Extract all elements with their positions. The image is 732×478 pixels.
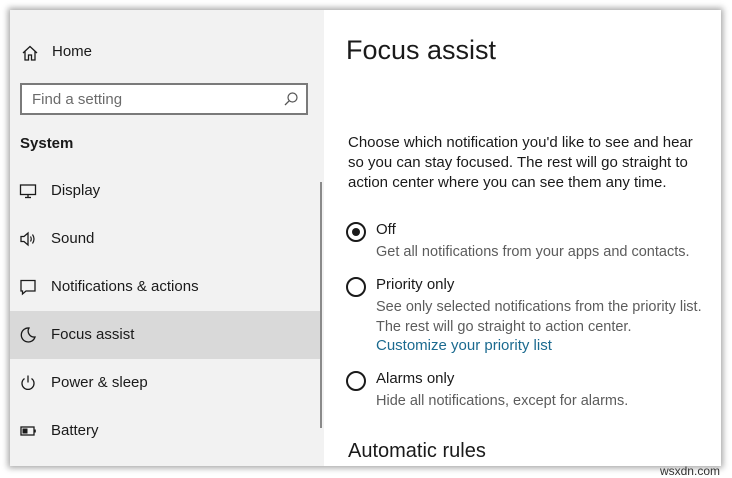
sidebar-item-sound[interactable]: Sound [10, 215, 322, 263]
page-title: Focus assist [346, 35, 497, 65]
message-icon [20, 279, 36, 296]
option-priority-only-description: See only selected notifications from the… [376, 299, 702, 335]
sidebar-item-label: Sound [51, 230, 95, 247]
sidebar-item-label: Focus assist [51, 326, 135, 343]
sidebar-item-battery[interactable]: Battery [10, 407, 322, 455]
automatic-rules-heading: Automatic rules [348, 440, 486, 462]
section-title-system: System [20, 135, 74, 152]
sidebar-scrollbar[interactable] [320, 182, 322, 428]
home-label: Home [52, 43, 93, 60]
option-alarms-only-label: Alarms only [376, 370, 455, 387]
radio-off[interactable] [346, 222, 366, 242]
option-priority-only-label: Priority only [376, 276, 455, 293]
sidebar-item-label: Battery [51, 422, 99, 439]
sidebar-item-label: Display [51, 182, 101, 199]
sidebar-item-label: Notifications & actions [51, 278, 199, 295]
sidebar-item-notifications[interactable]: Notifications & actions [10, 263, 322, 311]
option-off-label: Off [376, 221, 396, 238]
monitor-icon [19, 184, 37, 199]
power-icon [21, 375, 35, 390]
watermark-site-text: wsxdn.com [659, 464, 720, 478]
battery-icon [20, 426, 36, 436]
radio-alarms-only[interactable] [346, 371, 366, 391]
radio-priority-only[interactable] [346, 277, 366, 297]
sidebar-item-display[interactable]: Display [10, 167, 322, 215]
moon-icon [20, 327, 36, 343]
page-description: Choose which notification you'd like to … [348, 134, 693, 191]
main-panel: Focus assist Choose which notification y… [324, 10, 721, 466]
sidebar-item-focus-assist[interactable]: Focus assist [10, 311, 322, 359]
sidebar-item-power-sleep[interactable]: Power & sleep [10, 359, 322, 407]
home-icon [22, 45, 38, 61]
search-input[interactable] [22, 85, 282, 113]
search-icon[interactable] [283, 91, 299, 107]
sidebar: Home System Display Sound [10, 10, 324, 466]
settings-window: Home System Display Sound [10, 10, 721, 466]
customize-priority-list-link[interactable]: Customize your priority list [376, 337, 552, 354]
home-nav-item[interactable]: Home [10, 34, 324, 70]
speaker-icon [20, 231, 35, 247]
option-off-description: Get all notifications from your apps and… [376, 244, 690, 260]
sidebar-item-label: Power & sleep [51, 374, 148, 391]
option-alarms-only-description: Hide all notifications, except for alarm… [376, 393, 629, 409]
search-box[interactable] [20, 83, 308, 115]
